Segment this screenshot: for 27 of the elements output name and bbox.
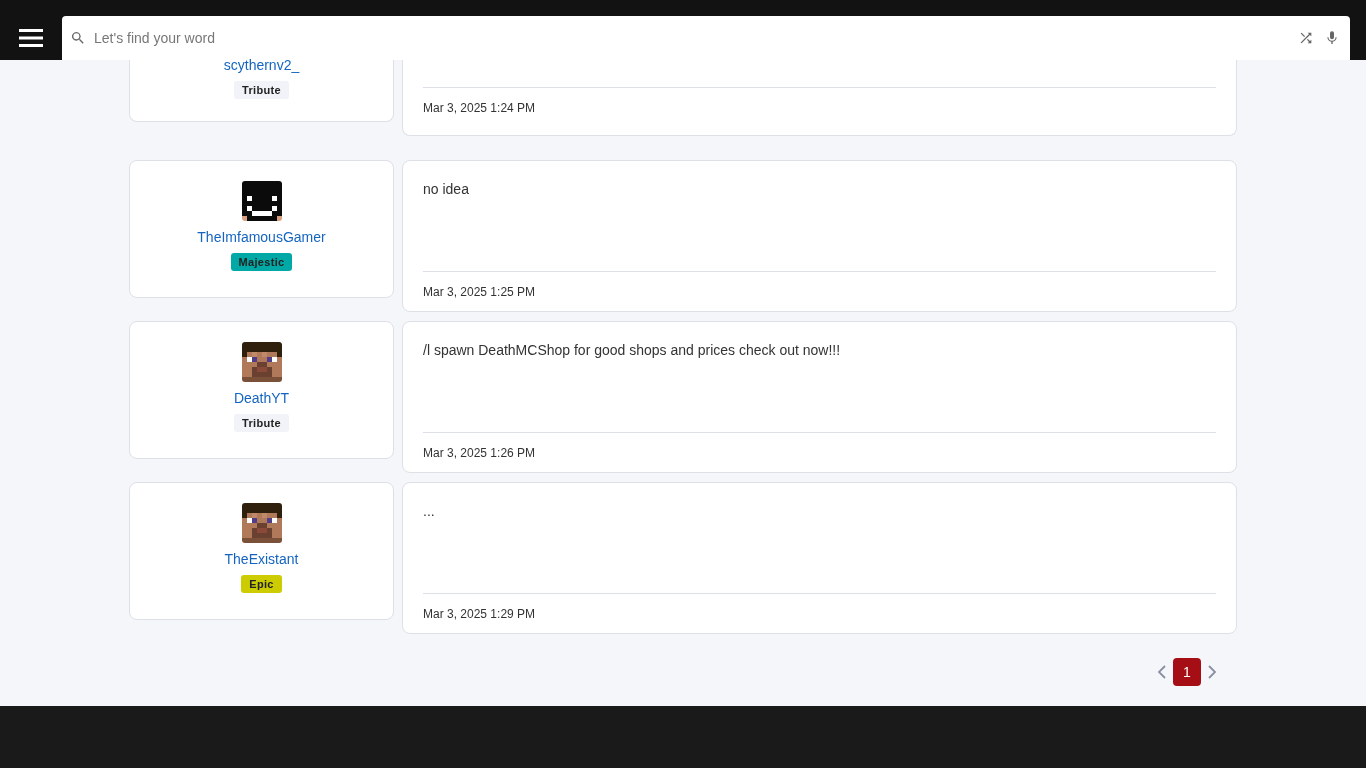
- avatar-icon: [241, 342, 282, 382]
- page-button[interactable]: 1: [1173, 658, 1201, 686]
- chevron-left-icon: [1157, 665, 1167, 679]
- post-date: Mar 3, 2025 1:29 PM: [423, 607, 536, 621]
- previous-page-button[interactable]: [1157, 665, 1167, 679]
- rank-tag: Epic: [241, 575, 282, 593]
- rank-tag: Majestic: [230, 253, 293, 271]
- post-message: /l spawn DeathMCShop for good shops and prices check out now!!!: [423, 342, 842, 360]
- rank-tag: Tribute: [234, 414, 289, 432]
- menu-icon: [19, 29, 43, 47]
- post-message: no idea: [423, 181, 470, 199]
- search-bar[interactable]: Let's find your word: [62, 16, 1350, 60]
- username-link[interactable]: TheImfamousGamer: [197, 227, 326, 247]
- next-page-button[interactable]: [1207, 665, 1217, 679]
- rank-tag: Tribute: [234, 81, 289, 99]
- shuffle-icon: [1298, 30, 1314, 46]
- microphone-icon: [1324, 30, 1340, 46]
- username-link[interactable]: DeathYT: [233, 388, 290, 408]
- post-date: Mar 3, 2025 1:25 PM: [423, 285, 536, 299]
- avatar-icon: [241, 181, 282, 221]
- search-icon: [70, 30, 86, 46]
- post-date: Mar 3, 2025 1:24 PM: [423, 101, 536, 115]
- post-message: ...: [423, 503, 436, 521]
- avatar-icon: [241, 503, 282, 543]
- post-date: Mar 3, 2025 1:26 PM: [423, 446, 536, 460]
- username-link[interactable]: TheExistant: [224, 549, 299, 569]
- chevron-right-icon: [1207, 665, 1217, 679]
